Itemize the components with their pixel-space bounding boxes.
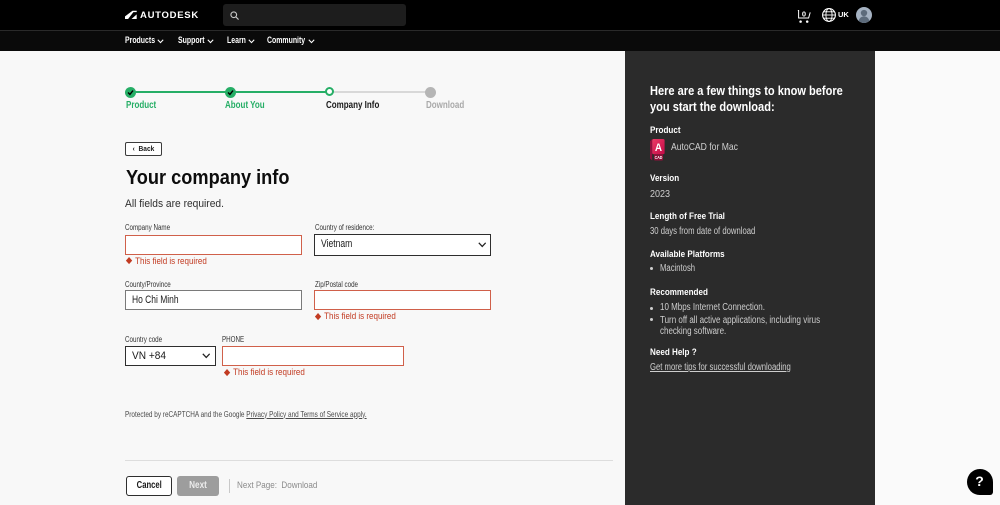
svg-text:A: A [655, 143, 663, 155]
svg-text:CAD: CAD [655, 155, 663, 161]
svg-text:0: 0 [802, 10, 806, 18]
